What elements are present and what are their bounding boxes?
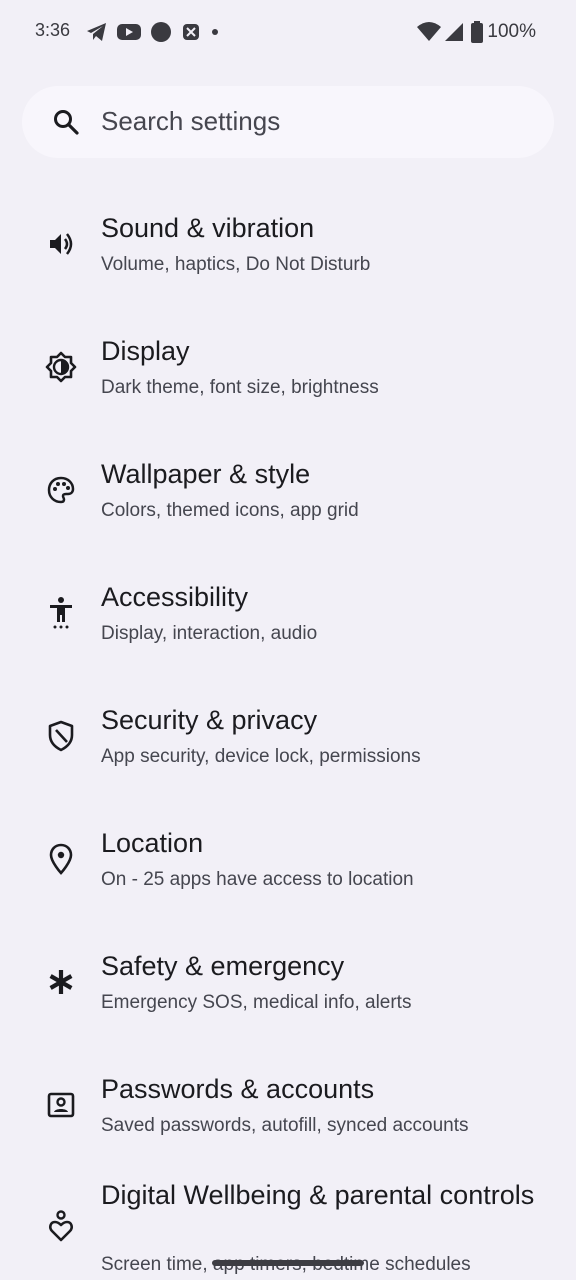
item-title: Sound & vibration (101, 213, 315, 243)
settings-item-location[interactable]: Location On - 25 apps have access to loc… (0, 799, 576, 922)
item-subtitle: Saved passwords, autofill, synced accoun… (101, 1115, 469, 1136)
settings-list: Sound & vibration Volume, haptics, Do No… (0, 184, 576, 1280)
settings-item-passwords[interactable]: Passwords & accounts Saved passwords, au… (0, 1045, 576, 1168)
brightness-icon (44, 350, 78, 384)
settings-screen: 3:36 100% Search settings Sound & vibrat… (0, 0, 576, 1280)
status-time: 3:36 (35, 20, 71, 40)
item-title: Wallpaper & style (101, 459, 311, 489)
youtube-icon (117, 23, 141, 41)
item-title: Security & privacy (101, 705, 318, 735)
settings-item-display[interactable]: Display Dark theme, font size, brightnes… (0, 307, 576, 430)
telegram-icon (86, 22, 108, 42)
settings-item-safety[interactable]: Safety & emergency Emergency SOS, medica… (0, 922, 576, 1045)
gesture-handle[interactable] (212, 1260, 364, 1266)
palette-icon (44, 473, 78, 507)
item-title: Safety & emergency (101, 951, 345, 981)
asterisk-icon (44, 965, 78, 999)
item-title: Display (101, 336, 190, 366)
item-subtitle: App security, device lock, permissions (101, 746, 421, 767)
item-subtitle: Volume, haptics, Do Not Disturb (101, 254, 371, 275)
signal-icon (445, 22, 464, 42)
item-title: Location (101, 828, 204, 858)
search-bar[interactable]: Search settings (22, 86, 554, 158)
item-subtitle: Display, interaction, audio (101, 623, 318, 644)
wifi-icon (417, 22, 442, 42)
item-subtitle: On - 25 apps have access to location (101, 869, 414, 890)
notification-icons (86, 21, 229, 43)
shield-icon (44, 719, 78, 753)
speaker-icon (44, 227, 78, 261)
wellbeing-icon (44, 1210, 78, 1244)
status-bar: 3:36 100% (0, 0, 576, 64)
dot-icon (210, 27, 220, 37)
settings-item-security[interactable]: Security & privacy App security, device … (0, 676, 576, 799)
system-status-icons: 100% (417, 20, 536, 44)
settings-item-wallpaper[interactable]: Wallpaper & style Colors, themed icons, … (0, 430, 576, 553)
account-box-icon (44, 1088, 78, 1122)
circle-app-icon (150, 21, 172, 43)
item-subtitle: Dark theme, font size, brightness (101, 377, 379, 398)
settings-item-sound[interactable]: Sound & vibration Volume, haptics, Do No… (0, 184, 576, 307)
item-title: Accessibility (101, 582, 249, 612)
crossed-app-icon (181, 22, 201, 42)
item-subtitle: Colors, themed icons, app grid (101, 500, 359, 521)
location-pin-icon (44, 842, 78, 876)
battery-percentage: 100% (487, 21, 536, 42)
battery-icon (471, 21, 484, 43)
accessibility-icon (44, 596, 78, 630)
search-placeholder: Search settings (101, 106, 281, 136)
item-title: Digital Wellbeing & parental controls (101, 1180, 535, 1210)
item-subtitle: Emergency SOS, medical info, alerts (101, 992, 412, 1013)
search-icon (52, 108, 80, 136)
item-title: Passwords & accounts (101, 1074, 375, 1104)
settings-item-accessibility[interactable]: Accessibility Display, interaction, audi… (0, 553, 576, 676)
